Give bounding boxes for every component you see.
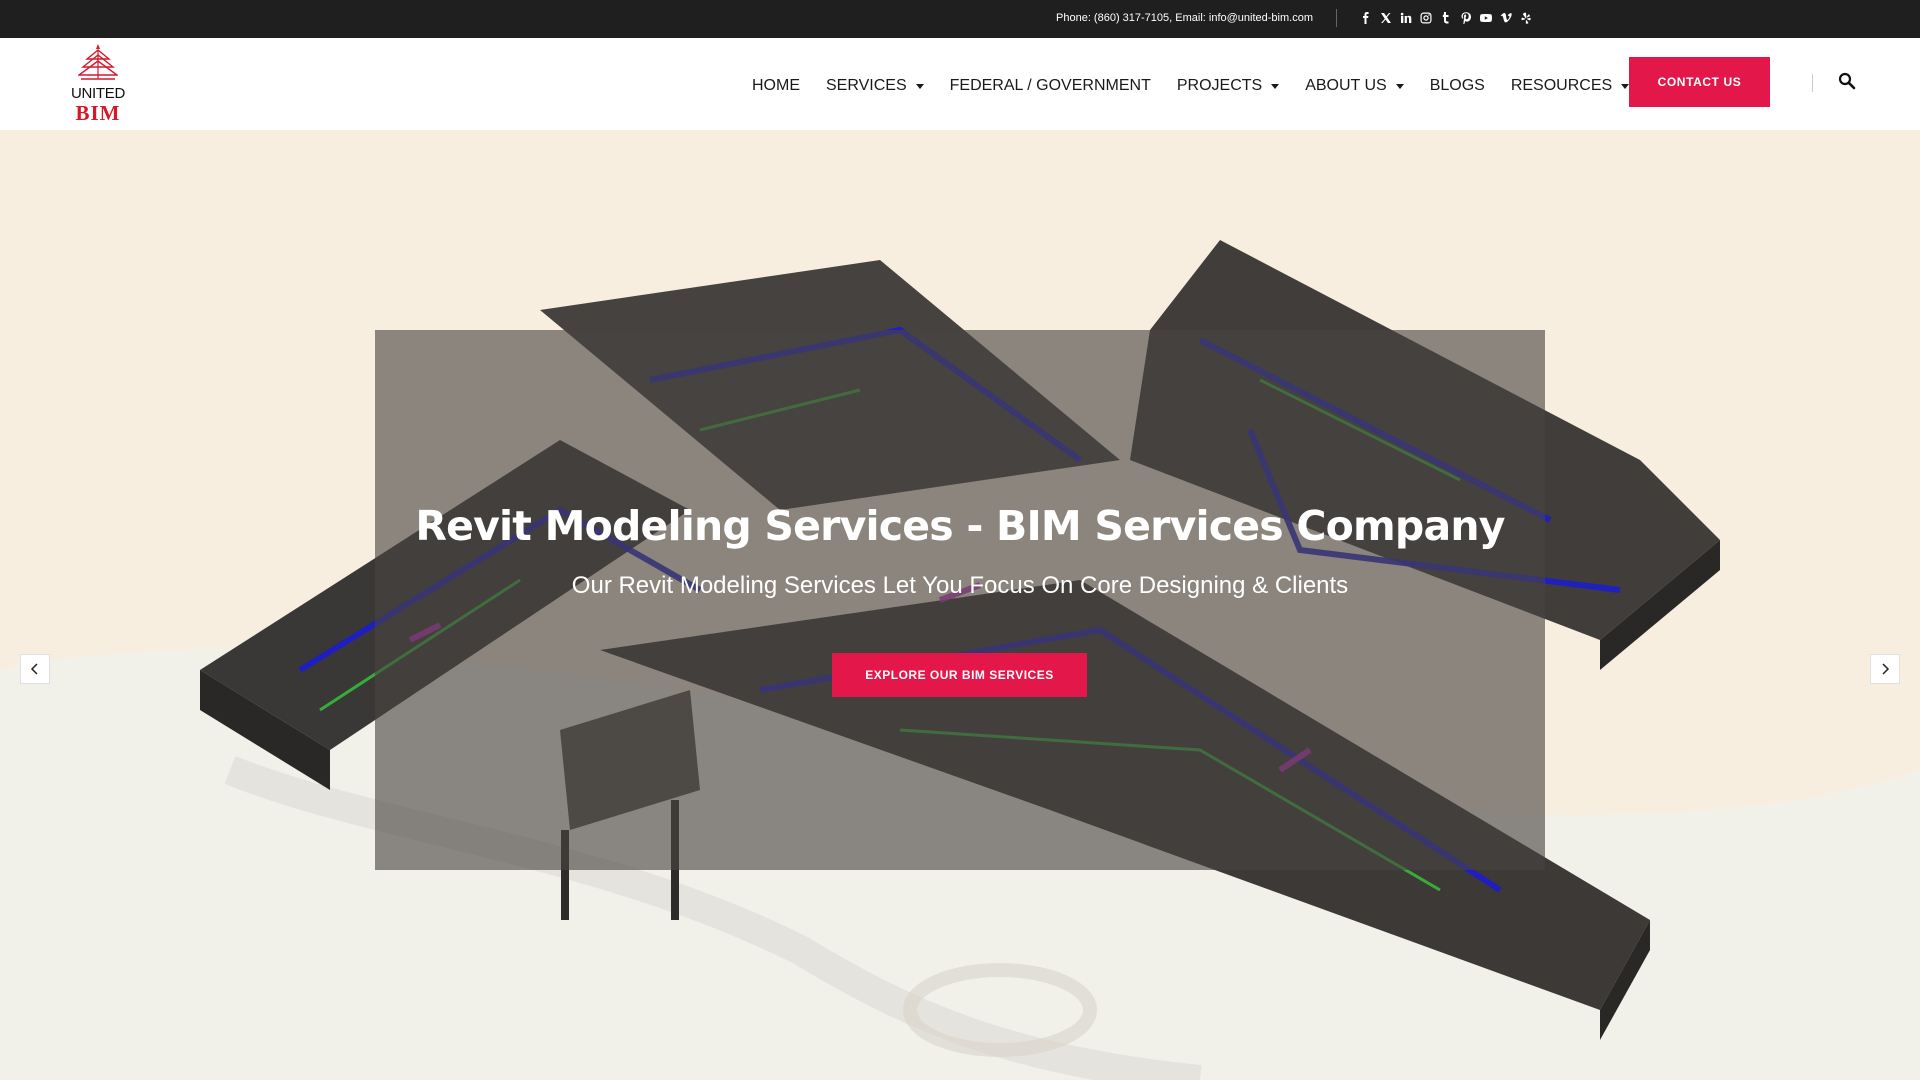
nav-about-us[interactable]: ABOUT US [1305, 77, 1404, 95]
nav-label: PROJECTS [1176, 77, 1263, 94]
hero-subtitle: Our Revit Modeling Services Let You Focu… [571, 572, 1349, 599]
logo-text-top: UNITED [70, 85, 126, 102]
header-divider [1812, 74, 1813, 92]
instagram-icon[interactable] [1416, 9, 1436, 27]
tumblr-icon[interactable] [1436, 9, 1456, 27]
nav-label: SERVICES [826, 77, 907, 94]
nav-label: HOME [752, 77, 800, 94]
nav-home[interactable]: HOME [752, 77, 800, 95]
caret-down-icon [1395, 83, 1404, 89]
caret-down-icon [1621, 83, 1630, 89]
nav-blogs[interactable]: BLOGS [1430, 77, 1485, 95]
nav-services[interactable]: SERVICES [826, 77, 924, 95]
explore-bim-services-button[interactable]: EXPLORE OUR BIM SERVICES [832, 653, 1087, 697]
hero-title: Revit Modeling Services - BIM Services C… [415, 502, 1505, 550]
x-twitter-icon[interactable] [1376, 9, 1396, 27]
nav-label: FEDERAL / GOVERNMENT [949, 77, 1151, 94]
nav-resources[interactable]: RESOURCES [1510, 77, 1630, 95]
chevron-right-icon [1882, 663, 1890, 675]
search-icon[interactable] [1838, 72, 1856, 90]
hero-slider: Revit Modeling Services - BIM Services C… [0, 130, 1920, 1080]
site-header: UNITED BIM HOME SERVICES FEDERAL / GOVER… [0, 38, 1920, 130]
slider-prev-button[interactable] [20, 654, 50, 684]
social-links [1356, 9, 1536, 27]
nav-label: RESOURCES [1510, 77, 1613, 94]
contact-info: Phone: (860) 317-7105, Email: info@unite… [1056, 12, 1313, 24]
nav-projects[interactable]: PROJECTS [1176, 77, 1280, 95]
slider-next-button[interactable] [1870, 654, 1900, 684]
pinterest-icon[interactable] [1456, 9, 1476, 27]
united-bim-logo[interactable]: UNITED BIM [62, 43, 134, 125]
nav-label: ABOUT US [1305, 77, 1387, 94]
youtube-icon[interactable] [1476, 9, 1496, 27]
caret-down-icon [915, 83, 924, 89]
hero-overlay [375, 330, 1545, 870]
logo-text-bottom: BIM [75, 101, 121, 125]
contact-us-button[interactable]: CONTACT US [1629, 57, 1770, 107]
main-nav: HOME SERVICES FEDERAL / GOVERNMENT PROJE… [752, 74, 1630, 98]
chevron-left-icon [30, 663, 38, 675]
caret-down-icon [1271, 83, 1280, 89]
vimeo-icon[interactable] [1496, 9, 1516, 27]
nav-federal-government[interactable]: FEDERAL / GOVERNMENT [950, 77, 1151, 95]
top-bar-divider [1336, 9, 1337, 27]
facebook-icon[interactable] [1356, 9, 1376, 27]
logo-pyramid-icon [78, 44, 118, 80]
nav-label: BLOGS [1429, 77, 1485, 94]
linkedin-icon[interactable] [1396, 9, 1416, 27]
top-bar: Phone: (860) 317-7105, Email: info@unite… [0, 0, 1920, 38]
yelp-icon[interactable] [1516, 9, 1536, 27]
